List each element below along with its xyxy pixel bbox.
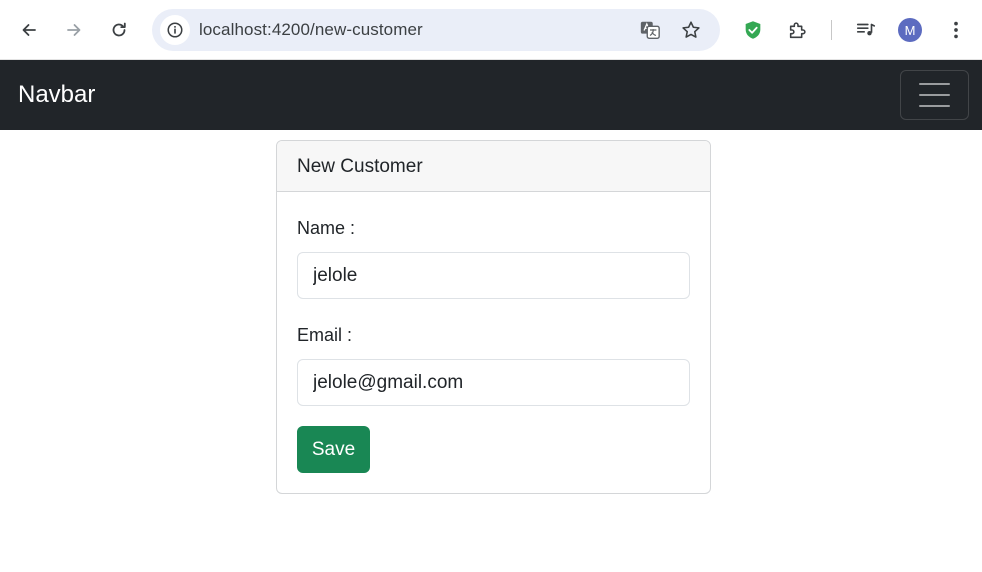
site-info-button[interactable] [160, 15, 190, 45]
address-bar[interactable]: localhost:4200/new-customer [152, 9, 720, 51]
extension-shield-button[interactable] [739, 16, 767, 44]
arrow-left-icon [22, 24, 36, 36]
toolbar-separator [831, 20, 832, 40]
new-customer-card: New Customer Name : Email : Save [276, 140, 711, 494]
hamburger-icon [919, 83, 950, 107]
profile-avatar[interactable]: M [898, 18, 922, 42]
back-button[interactable] [13, 14, 45, 46]
app-navbar: Navbar [0, 60, 982, 130]
name-label: Name : [297, 218, 356, 238]
translate-button[interactable] [638, 18, 662, 42]
browser-menu-button[interactable] [942, 16, 970, 44]
kebab-menu-icon [954, 21, 958, 39]
reload-icon [112, 22, 126, 37]
save-button[interactable]: Save [297, 426, 370, 473]
puzzle-icon [789, 22, 806, 39]
media-queue-button[interactable] [852, 16, 880, 44]
bookmark-button[interactable] [679, 18, 703, 42]
name-input[interactable] [297, 252, 690, 299]
navbar-brand[interactable]: Navbar [18, 81, 95, 109]
email-label: Email : [297, 325, 353, 345]
translate-icon [640, 21, 660, 39]
media-queue-icon [856, 23, 876, 36]
forward-button[interactable] [58, 14, 90, 46]
navbar-toggler-button[interactable] [900, 70, 969, 120]
card-title: New Customer [277, 141, 710, 192]
arrow-right-icon [67, 24, 81, 36]
shield-check-icon [745, 21, 761, 39]
email-input[interactable] [297, 359, 690, 406]
url-text[interactable]: localhost:4200/new-customer [199, 20, 423, 40]
info-icon [167, 22, 183, 38]
star-icon [682, 21, 700, 38]
reload-button[interactable] [103, 14, 135, 46]
browser-toolbar: localhost:4200/new-customer M [0, 0, 982, 60]
extensions-button[interactable] [784, 16, 812, 44]
